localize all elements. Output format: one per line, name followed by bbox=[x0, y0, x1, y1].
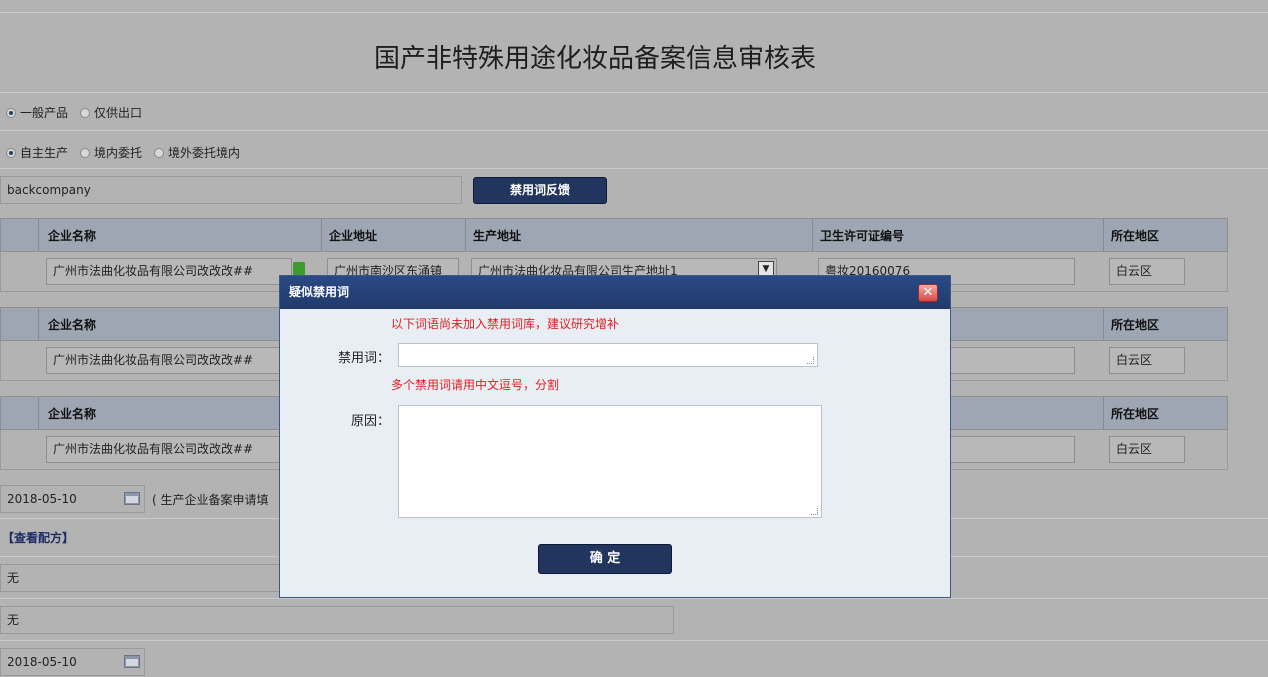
header-production-address: 生产地址 bbox=[473, 229, 522, 243]
header-region: 所在地区 bbox=[1111, 229, 1160, 243]
production-type-group: 自主生产 境内委托 境外委托境内 bbox=[6, 144, 248, 161]
none-field[interactable]: 无 bbox=[0, 606, 674, 634]
radio-general-product[interactable] bbox=[6, 107, 16, 118]
header-company-address: 企业地址 bbox=[329, 229, 378, 243]
company-input[interactable]: backcompany bbox=[0, 176, 462, 204]
none-field[interactable]: 无 bbox=[0, 564, 290, 592]
view-formula-link[interactable]: 【查看配方】 bbox=[2, 529, 74, 546]
reason-label: 原因： bbox=[350, 414, 390, 429]
radio-foreign-entrust[interactable] bbox=[154, 147, 165, 158]
divider bbox=[0, 168, 1268, 169]
radio-export-only[interactable] bbox=[80, 107, 91, 118]
region-field[interactable]: 白云区 bbox=[1109, 258, 1185, 285]
forbidden-word-input[interactable] bbox=[398, 343, 818, 367]
column-separator bbox=[321, 219, 322, 251]
dialog-title: 疑似禁用词 bbox=[289, 285, 350, 299]
divider bbox=[0, 92, 1268, 93]
column-separator bbox=[1103, 397, 1104, 429]
column-separator bbox=[465, 219, 466, 251]
radio-foreign-entrust-label[interactable]: 境外委托境内 bbox=[168, 144, 240, 161]
resize-handle-icon[interactable] bbox=[811, 508, 818, 515]
radio-domestic-entrust[interactable] bbox=[80, 147, 91, 158]
dialog-hint: 多个禁用词请用中文逗号，分割 bbox=[391, 378, 560, 392]
radio-general-product-label[interactable]: 一般产品 bbox=[20, 104, 68, 121]
divider bbox=[0, 640, 1268, 641]
column-separator bbox=[812, 219, 813, 251]
resize-handle-icon[interactable] bbox=[807, 357, 814, 364]
column-separator bbox=[38, 219, 39, 251]
calendar-icon[interactable] bbox=[124, 655, 140, 668]
column-separator bbox=[38, 308, 39, 340]
radio-export-only-label[interactable]: 仅供出口 bbox=[94, 104, 142, 121]
forbidden-word-dialog: 疑似禁用词 ✕ 以下词语尚未加入禁用词库，建议研究增补 禁用词： 多个禁用词请用… bbox=[279, 275, 951, 598]
calendar-icon[interactable] bbox=[124, 492, 140, 505]
company-name-field[interactable]: 广州市法曲化妆品有限公司改改改## bbox=[46, 258, 292, 285]
date-note: ( 生产企业备案申请填 bbox=[152, 493, 269, 507]
close-icon[interactable]: ✕ bbox=[918, 284, 938, 302]
company-lookup-icon[interactable] bbox=[293, 262, 305, 276]
header-region: 所在地区 bbox=[1111, 318, 1160, 332]
dialog-titlebar: 疑似禁用词 ✕ bbox=[280, 276, 950, 309]
divider bbox=[0, 598, 1268, 599]
reason-textarea[interactable] bbox=[398, 405, 822, 518]
column-separator bbox=[38, 397, 39, 429]
forbidden-word-label: 禁用词： bbox=[337, 351, 390, 366]
header-license-no: 卫生许可证编号 bbox=[820, 229, 905, 243]
confirm-button[interactable]: 确 定 bbox=[538, 544, 672, 574]
header-company-name: 企业名称 bbox=[48, 229, 97, 243]
forbidden-word-feedback-button[interactable]: 禁用词反馈 bbox=[473, 177, 607, 204]
column-separator bbox=[1103, 219, 1104, 251]
header-company-name: 企业名称 bbox=[48, 318, 97, 332]
dialog-notice: 以下词语尚未加入禁用词库，建议研究增补 bbox=[391, 317, 620, 331]
header-region: 所在地区 bbox=[1111, 407, 1160, 421]
product-type-group: 一般产品 仅供出口 bbox=[6, 104, 150, 121]
company-name-field[interactable]: 广州市法曲化妆品有限公司改改改## bbox=[46, 436, 292, 463]
region-field[interactable]: 白云区 bbox=[1109, 436, 1185, 463]
region-field[interactable]: 白云区 bbox=[1109, 347, 1185, 374]
radio-domestic-entrust-label[interactable]: 境内委托 bbox=[94, 144, 142, 161]
company-name-field[interactable]: 广州市法曲化妆品有限公司改改改## bbox=[46, 347, 292, 374]
top-divider bbox=[0, 12, 1268, 13]
divider bbox=[0, 130, 1268, 131]
radio-self-production-label[interactable]: 自主生产 bbox=[20, 144, 68, 161]
radio-self-production[interactable] bbox=[6, 147, 16, 158]
header-company-name: 企业名称 bbox=[48, 407, 97, 421]
company-table-header: 企业名称 企业地址 生产地址 卫生许可证编号 所在地区 bbox=[0, 218, 1228, 252]
page-title: 国产非特殊用途化妆品备案信息审核表 bbox=[373, 44, 816, 74]
column-separator bbox=[1103, 308, 1104, 340]
